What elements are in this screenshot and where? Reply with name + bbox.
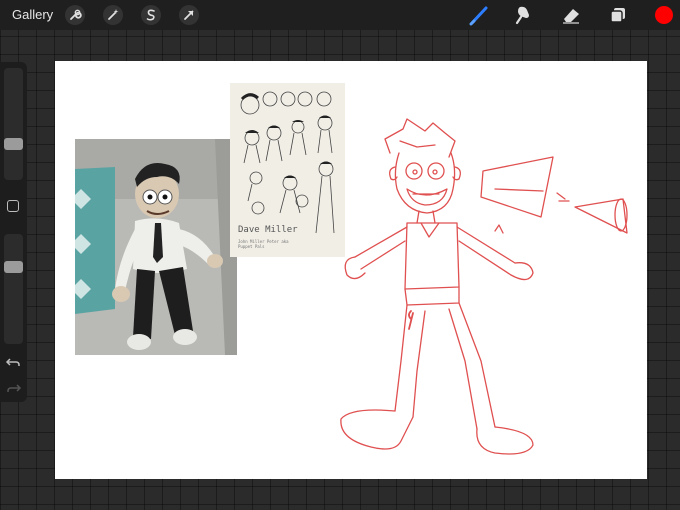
brush-size-slider[interactable] (4, 68, 23, 180)
character-reference-sheet[interactable]: Dave Miller John Miller Peter aka Puppet… (230, 83, 345, 257)
eraser-icon[interactable] (560, 4, 582, 26)
opacity-slider[interactable] (4, 234, 23, 344)
selection-s-icon[interactable] (140, 4, 162, 26)
top-toolbar: Gallery (0, 0, 680, 30)
wrench-icon[interactable] (64, 4, 86, 26)
undo-icon[interactable] (4, 354, 23, 370)
left-sidebar (0, 62, 27, 402)
reference-sheet-title: Dave Miller (238, 225, 298, 235)
modify-button[interactable] (7, 200, 19, 212)
brush-size-thumb[interactable] (4, 138, 23, 150)
color-swatch[interactable] (653, 4, 675, 26)
drawing-canvas[interactable]: Dave Miller John Miller Peter aka Puppet… (55, 61, 647, 479)
gallery-button[interactable]: Gallery (12, 7, 53, 22)
magic-wand-icon[interactable] (102, 4, 124, 26)
puppet-photo-reference[interactable] (75, 139, 237, 355)
layers-icon[interactable] (607, 4, 629, 26)
brush-icon[interactable] (468, 4, 490, 26)
smudge-icon[interactable] (512, 4, 534, 26)
reference-sheet-subtitle: John Miller Peter aka Puppet Pals (238, 239, 289, 249)
redo-icon[interactable] (4, 380, 23, 396)
opacity-thumb[interactable] (4, 261, 23, 273)
arrow-transform-icon[interactable] (178, 4, 200, 26)
